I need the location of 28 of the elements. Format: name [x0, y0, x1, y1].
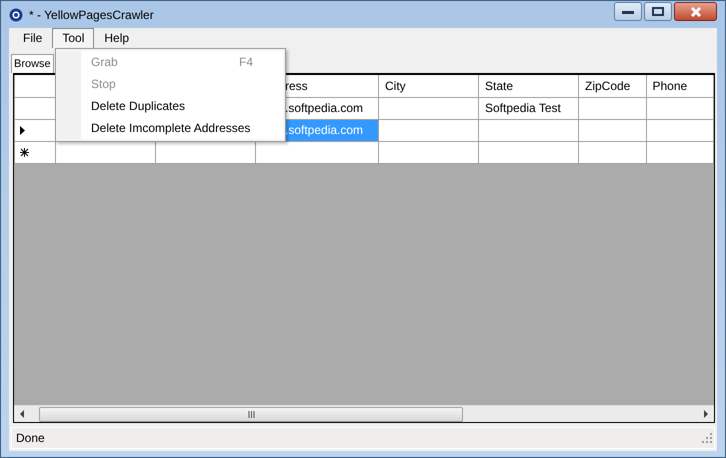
column-header[interactable]: ZipCode: [578, 75, 646, 97]
cell-text: Softpedia Test: [485, 101, 561, 115]
maximize-button[interactable]: [644, 2, 672, 21]
scroll-right-icon[interactable]: [703, 410, 709, 418]
column-header[interactable]: State: [478, 75, 578, 97]
cell-text: .softpedia.com: [285, 123, 364, 137]
menu-item[interactable]: Delete Imcomplete Addresses: [58, 117, 283, 139]
column-header[interactable]: City: [378, 75, 478, 97]
status-text: Done: [16, 430, 45, 447]
menu-item[interactable]: Help: [94, 28, 140, 48]
scrollbar-thumb[interactable]: [39, 406, 463, 422]
scroll-left-icon[interactable]: [19, 410, 25, 418]
maximize-icon: [652, 7, 664, 16]
resize-grip-icon[interactable]: [702, 433, 712, 443]
row-header[interactable]: [14, 141, 56, 163]
minimize-icon: [622, 10, 634, 14]
tab[interactable]: Browse: [11, 54, 54, 73]
cell-text: .softpedia.com: [285, 101, 364, 115]
row-header[interactable]: [14, 119, 56, 141]
close-icon: [690, 6, 702, 16]
menu-item[interactable]: Delete Duplicates: [58, 95, 283, 117]
column-header[interactable]: Phone: [646, 75, 714, 97]
menu-item[interactable]: Tool: [52, 28, 94, 48]
minimize-button[interactable]: [614, 2, 642, 21]
app-icon: [9, 8, 23, 22]
close-button[interactable]: [674, 2, 717, 21]
window-title: * - YellowPagesCrawler: [29, 6, 154, 24]
menu-item[interactable]: File: [13, 28, 52, 48]
